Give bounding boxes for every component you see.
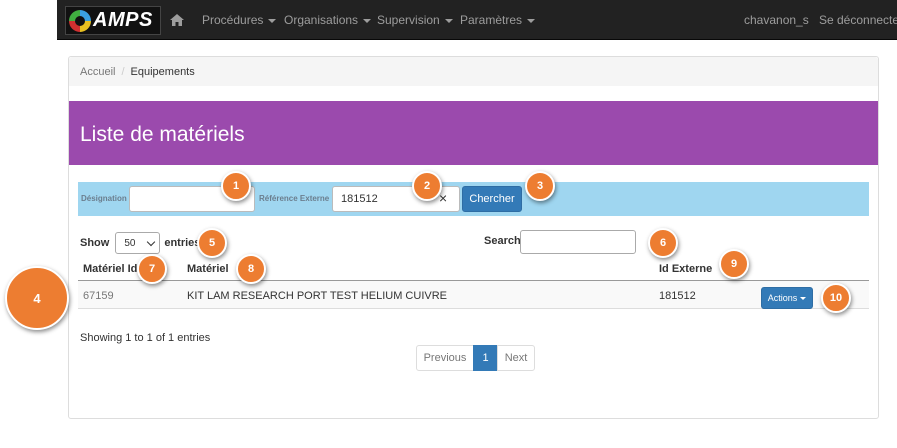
callout-10: 10 [821,283,851,313]
filter-bar: Désignation Référence Externe × Chercher [78,182,869,216]
page-title-bar: Liste de matériels [69,101,878,165]
nav-procedures[interactable]: Procédures [202,13,277,27]
logout-link[interactable]: Se déconnecter [819,13,897,27]
main-panel: Accueil / Equipements Liste de matériels D… [68,56,879,419]
caret-down-icon [527,18,536,23]
callout-2: 2 [412,171,442,201]
caret-down-icon [268,18,277,23]
caret-down-icon [444,18,453,23]
pagination-previous[interactable]: Previous [416,345,474,371]
callout-3: 3 [525,171,555,201]
column-header-materiel[interactable]: Matériel [187,263,229,275]
home-icon[interactable] [169,12,185,28]
chevron-down-icon [147,237,156,246]
designation-label: Désignation [81,194,127,203]
cell-materiel: KIT LAM RESEARCH PORT TEST HELIUM CUIVRE [187,290,447,302]
caret-down-icon [800,297,807,301]
show-label: Show [80,237,110,249]
callout-6: 6 [648,228,678,258]
entries-label: entries [164,237,201,249]
clear-icon[interactable]: × [439,191,447,205]
caret-down-icon [363,18,372,23]
table-info: Showing 1 to 1 of 1 entries [80,332,211,344]
nav-supervision[interactable]: Supervision [377,13,453,27]
pagination: Previous 1 Next [416,345,535,371]
callout-9: 9 [719,249,749,279]
page-size-control: Show 50 entries [80,232,200,254]
nav-user[interactable]: chavanon_s [744,13,809,27]
actions-button[interactable]: Actions [761,287,813,309]
table-search-label: Search: [484,235,525,247]
breadcrumb-home[interactable]: Accueil [80,66,115,78]
nav-organisations[interactable]: Organisations [284,13,372,27]
callout-7: 7 [137,254,167,284]
search-button[interactable]: Chercher [462,186,522,212]
pagination-page-1[interactable]: 1 [473,345,498,371]
callout-4: 4 [5,266,69,330]
pagination-next[interactable]: Next [497,345,535,371]
column-header-materiel-id[interactable]: Matériel Id [83,263,137,275]
top-navbar: AMPS Procédures Organisations Supervisio… [57,0,897,40]
amps-logo[interactable]: AMPS [65,6,161,35]
cell-id-externe: 181512 [659,290,696,302]
cell-materiel-id: 67159 [83,290,114,302]
breadcrumb: Accueil / Equipements [69,57,878,86]
logo-mark-icon [69,9,91,32]
ref-externe-label: Référence Externe [259,194,330,203]
callout-8: 8 [236,254,266,284]
page-title: Liste de matériels [80,123,245,146]
page-size-select[interactable]: 50 [115,232,161,254]
callout-5: 5 [197,228,227,258]
breadcrumb-separator: / [121,66,125,78]
table-search-input[interactable] [520,230,636,254]
logo-text: AMPS [93,9,153,31]
breadcrumb-current: Equipements [130,66,195,78]
callout-1: 1 [221,171,251,201]
column-header-id-externe[interactable]: Id Externe [659,263,712,275]
nav-parametres[interactable]: Paramètres [460,13,536,27]
